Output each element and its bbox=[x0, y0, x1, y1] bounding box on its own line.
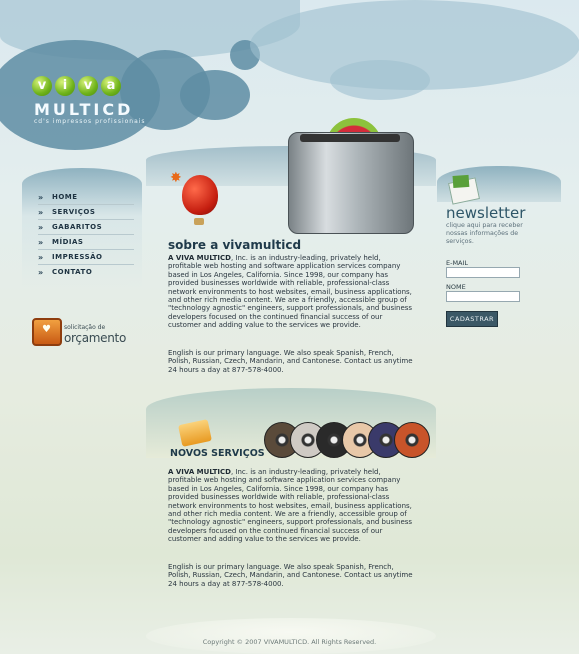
nav-item-label: SERVIÇOS bbox=[52, 208, 96, 216]
nav-item-impressao[interactable]: » IMPRESSÃO bbox=[38, 250, 134, 265]
logo-letter: v bbox=[32, 76, 52, 96]
sobre-paragraph-1: A VIVA MULTICD, Inc. is an industry-lead… bbox=[168, 254, 416, 330]
logo[interactable]: v i v a bbox=[32, 76, 121, 96]
balloon-basket-icon bbox=[194, 218, 204, 225]
nav-bullet-icon: » bbox=[38, 267, 44, 277]
nav-item-gabaritos[interactable]: » GABARITOS bbox=[38, 220, 134, 235]
email-label: E-MAIL bbox=[446, 259, 469, 267]
nav-bullet-icon: » bbox=[38, 192, 44, 202]
novos-paragraph-2: English is our primary language. We also… bbox=[168, 563, 413, 588]
nav-item-servicos[interactable]: » SERVIÇOS bbox=[38, 205, 134, 220]
newsletter-subtitle[interactable]: clique aqui para receber nossas informaç… bbox=[446, 222, 532, 246]
main-nav: » HOME » SERVIÇOS » GABARITOS » MÍDIAS »… bbox=[38, 190, 134, 279]
pinwheel-icon: ✸ bbox=[170, 170, 182, 186]
logo-letter: a bbox=[101, 76, 121, 96]
gift-box-icon bbox=[32, 318, 62, 346]
nav-bullet-icon: » bbox=[38, 207, 44, 217]
logo-name: MULTICD bbox=[34, 100, 134, 119]
name-label: NOME bbox=[446, 283, 466, 291]
toaster-slot bbox=[300, 134, 400, 142]
logo-tagline: cd's impressos profissionais bbox=[34, 118, 146, 125]
sobre-title: sobre a vivamulticd bbox=[168, 238, 302, 252]
nav-item-label: IMPRESSÃO bbox=[52, 253, 103, 261]
name-field[interactable] bbox=[446, 291, 520, 302]
footer-copyright: Copyright © 2007 VIVAMULTICD. All Rights… bbox=[202, 638, 377, 646]
orcamento-small-label: solicitação de bbox=[64, 324, 106, 331]
footer-background bbox=[146, 618, 436, 654]
novos-lead: A VIVA MULTICD bbox=[168, 468, 231, 476]
cd-disc bbox=[394, 422, 430, 458]
cd-collection-illustration bbox=[264, 422, 430, 458]
nav-item-label: CONTATO bbox=[52, 268, 93, 276]
nav-item-label: GABARITOS bbox=[52, 223, 103, 231]
sobre-paragraph-2: English is our primary language. We also… bbox=[168, 349, 413, 374]
nav-item-midias[interactable]: » MÍDIAS bbox=[38, 235, 134, 250]
nav-bullet-icon: » bbox=[38, 252, 44, 262]
email-field[interactable] bbox=[446, 267, 520, 278]
logo-letter: i bbox=[55, 76, 75, 96]
sobre-body: , Inc. is an industry-leading, privately… bbox=[168, 254, 413, 330]
cadastrar-button[interactable]: CADASTRAR bbox=[446, 311, 498, 327]
nav-item-label: HOME bbox=[52, 193, 78, 201]
logo-letter: v bbox=[78, 76, 98, 96]
newsletter-title: newsletter bbox=[446, 204, 526, 222]
orcamento-label: orçamento bbox=[64, 331, 126, 345]
novos-title: NOVOS SERVIÇOS bbox=[170, 448, 265, 459]
novos-body: , Inc. is an industry-leading, privately… bbox=[168, 468, 413, 544]
nav-item-label: MÍDIAS bbox=[52, 238, 84, 246]
toaster-illustration bbox=[288, 132, 414, 234]
nav-item-home[interactable]: » HOME bbox=[38, 190, 134, 205]
novos-paragraph-1: A VIVA MULTICD, Inc. is an industry-lead… bbox=[168, 468, 416, 544]
nav-item-contato[interactable]: » CONTATO bbox=[38, 265, 134, 279]
sobre-lead: A VIVA MULTICD bbox=[168, 254, 231, 262]
nav-bullet-icon: » bbox=[38, 222, 44, 232]
hot-air-balloon-icon bbox=[182, 175, 218, 215]
nav-bullet-icon: » bbox=[38, 237, 44, 247]
